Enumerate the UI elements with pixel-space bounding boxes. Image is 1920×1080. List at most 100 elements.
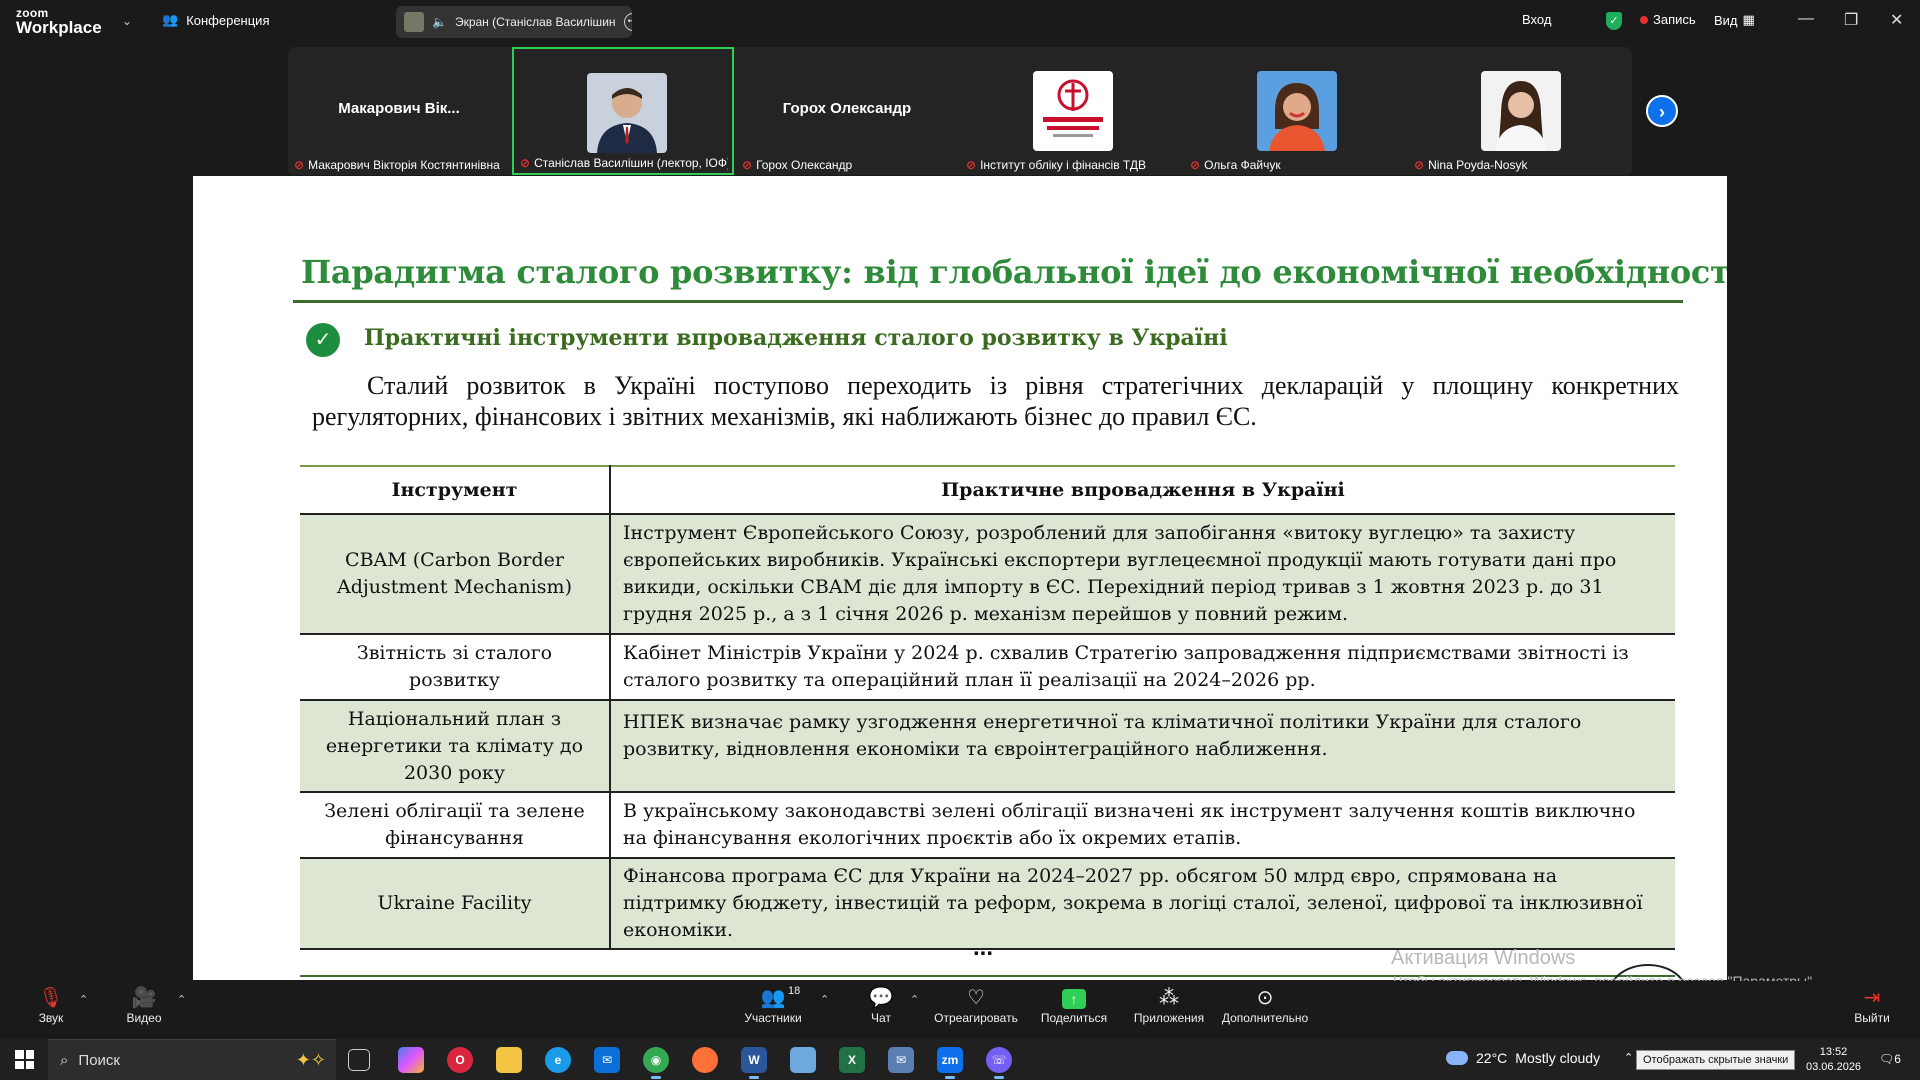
record-button[interactable]: Запись (1640, 12, 1696, 27)
apps-button[interactable]: ⁂ Приложения (1130, 985, 1208, 1025)
institute-logo (1033, 71, 1113, 151)
participant-tile[interactable]: ⊘ Інститут обліку і фінансів ТДВ (960, 47, 1182, 175)
taskbar-search[interactable]: ⌕ Поиск ✦✧ (48, 1039, 336, 1080)
security-shield-icon[interactable]: ✓ (1606, 12, 1622, 30)
table-header-row: Інструмент Практичне впровадження в Укра… (300, 465, 1675, 515)
cloud-icon (1446, 1051, 1468, 1065)
mic-muted-icon: ⊘ (1190, 158, 1201, 172)
react-button[interactable]: ♡ Отреагировать (932, 985, 1020, 1025)
description-cell: Інструмент Європейського Союзу, розробле… (610, 514, 1675, 635)
description-cell: НПЕК визначає рамку узгодження енергетич… (610, 700, 1675, 793)
audio-options-caret-icon[interactable]: ⌃ (79, 993, 88, 1006)
task-view-icon[interactable] (348, 1049, 370, 1071)
table-row: Звітність зі сталого розвитку Кабінет Мі… (300, 634, 1675, 701)
meeting-toolbar: 🎙 Звук ⌃ 🎥 Видео ⌃ 👥 18 Участники ⌃ 💬 Ча… (0, 981, 1920, 1039)
chrome-icon[interactable]: ◉ (643, 1047, 669, 1079)
next-page-chevron-icon[interactable]: › (1646, 95, 1678, 127)
participant-photo (587, 73, 667, 153)
chat-options-caret-icon[interactable]: ⌃ (910, 993, 919, 1006)
participant-photo (1257, 71, 1337, 151)
windows-taskbar: ⌕ Поиск ✦✧ O e ✉ ◉ W X ✉ zm ☏ 22°C Mostl… (0, 1039, 1920, 1080)
participant-strip: Макарович Вік... ⊘ Макарович Вікторія Кос… (288, 47, 1632, 175)
instrument-cell: Зелені облігації та зелене фінансування (300, 792, 611, 859)
participants-options-caret-icon[interactable]: ⌃ (820, 993, 829, 1006)
mic-muted-icon: ⊘ (1414, 158, 1425, 172)
share-button[interactable]: ↑ Поделиться (1036, 985, 1112, 1025)
audio-button[interactable]: 🎙 Звук (36, 985, 66, 1025)
hidden-icons-tooltip: Отображать скрытые значки (1636, 1050, 1796, 1070)
chevron-up-icon[interactable]: ⌃ (1624, 1051, 1633, 1064)
shared-slide: Парадигма сталого розвитку: від глобальн… (193, 176, 1727, 980)
participant-tile-active-speaker[interactable]: ⊘ Станіслав Василішин (лектор, ІОФ) (512, 47, 734, 175)
participant-tile[interactable]: Горох Олександр ⊘ Горох Олександр (736, 47, 958, 175)
record-dot-icon (1640, 15, 1648, 24)
title-divider (293, 300, 1683, 303)
mic-muted-icon: ⊘ (294, 158, 305, 172)
more-icon[interactable]: ••• (623, 13, 632, 31)
mic-muted-icon: ⊘ (742, 158, 753, 172)
column-header: Інструмент (300, 465, 611, 515)
notepad-icon[interactable] (790, 1047, 816, 1073)
leave-button[interactable]: ⇥ Выйти (1852, 985, 1892, 1025)
share-arrow-icon: ↑ (1062, 989, 1086, 1009)
heart-icon: ♡ (967, 987, 985, 1009)
participant-tile[interactable]: ⊘ Ольга Файчук (1184, 47, 1406, 175)
video-options-caret-icon[interactable]: ⌃ (177, 993, 186, 1006)
zoom-taskbar-icon[interactable]: zm (937, 1047, 963, 1079)
edge-icon[interactable]: e (545, 1047, 571, 1073)
slide-paragraph: Сталий розвиток в Україні поступово пере… (312, 371, 1679, 431)
signin-button[interactable]: Вход (1522, 12, 1551, 27)
instrument-cell: CBAM (Carbon Border Adjustment Mechanism… (300, 514, 611, 635)
firefox-icon[interactable] (692, 1047, 718, 1073)
top-bar: zoom Workplace ⌄ 👥 Конференция 🔈 Экран (… (0, 0, 1920, 44)
search-icon: ⌕ (60, 1051, 69, 1069)
participant-tile[interactable]: ⊘ Nina Poyda-Nosyk (1408, 47, 1630, 175)
restore-icon[interactable]: ❐ (1844, 10, 1858, 30)
file-explorer-icon[interactable] (496, 1047, 522, 1073)
notification-icon[interactable]: 🗨6 (1879, 1052, 1901, 1066)
more-circle-icon: ⊙ (1256, 987, 1274, 1009)
excel-icon[interactable]: X (839, 1047, 865, 1073)
check-circle-icon: ✓ (306, 323, 340, 357)
activation-watermark-title: Активация Windows (1391, 947, 1576, 969)
chevron-down-icon[interactable]: ⌄ (122, 14, 132, 28)
chat-icon: 💬 (868, 987, 894, 1009)
table-row: Зелені облігації та зелене фінансування … (300, 792, 1675, 859)
table-row: CBAM (Carbon Border Adjustment Mechanism… (300, 514, 1675, 635)
instruments-table: Інструмент Практичне впровадження в Укра… (300, 465, 1675, 950)
view-button[interactable]: Вид ▦ (1714, 12, 1755, 28)
leave-icon: ⇥ (1863, 987, 1881, 1009)
weather-widget[interactable]: 22°C Mostly cloudy (1446, 1050, 1600, 1066)
more-button[interactable]: ⊙ Дополнительно (1218, 985, 1312, 1025)
instrument-cell: Національний план з енергетики та клімат… (300, 700, 611, 793)
conference-menu[interactable]: 👥 Конференция (162, 12, 269, 28)
system-clock[interactable]: 13:52 03.06.2026 (1806, 1045, 1861, 1075)
minimize-icon[interactable]: — (1798, 10, 1814, 28)
outlook-icon[interactable]: ✉ (594, 1047, 620, 1073)
viber-icon[interactable]: ☏ (986, 1047, 1012, 1079)
sparkle-icon: ✦✧ (295, 1049, 326, 1070)
chat-button[interactable]: 💬 Чат (866, 985, 896, 1025)
instrument-cell: Ukraine Facility (300, 858, 611, 950)
participant-tile[interactable]: Макарович Вік... ⊘ Макарович Вікторія Кос… (288, 47, 510, 175)
screen-share-pill[interactable]: 🔈 Экран (Станіслав Василішин ••• (396, 6, 632, 38)
participants-button[interactable]: 👥 18 Участники (738, 985, 808, 1025)
windows-start-icon[interactable] (15, 1050, 34, 1069)
outlook-classic-icon[interactable]: ✉ (888, 1047, 914, 1073)
video-off-icon: 🎥 (131, 987, 157, 1009)
description-cell: Фінансова програма ЄС для України на 202… (610, 858, 1675, 950)
opera-icon[interactable]: O (447, 1047, 473, 1073)
mic-muted-icon: ⊘ (520, 156, 531, 170)
table-row: Національний план з енергетики та клімат… (300, 700, 1675, 793)
people-icon: 👥 (162, 12, 179, 27)
mic-off-icon: 🎙 (38, 987, 64, 1009)
video-button[interactable]: 🎥 Видео (124, 985, 164, 1025)
copilot-icon[interactable] (398, 1047, 424, 1073)
word-icon[interactable]: W (741, 1047, 767, 1079)
apps-icon: ⁂ (1159, 987, 1179, 1009)
speaker-icon: 🔈 (432, 15, 447, 29)
description-cell: В українському законодавстві зелені облі… (610, 792, 1675, 859)
close-icon[interactable]: ✕ (1890, 10, 1903, 30)
grid-icon: ▦ (1742, 12, 1755, 27)
screen-share-label: Экран (Станіслав Василішин (454, 15, 616, 29)
